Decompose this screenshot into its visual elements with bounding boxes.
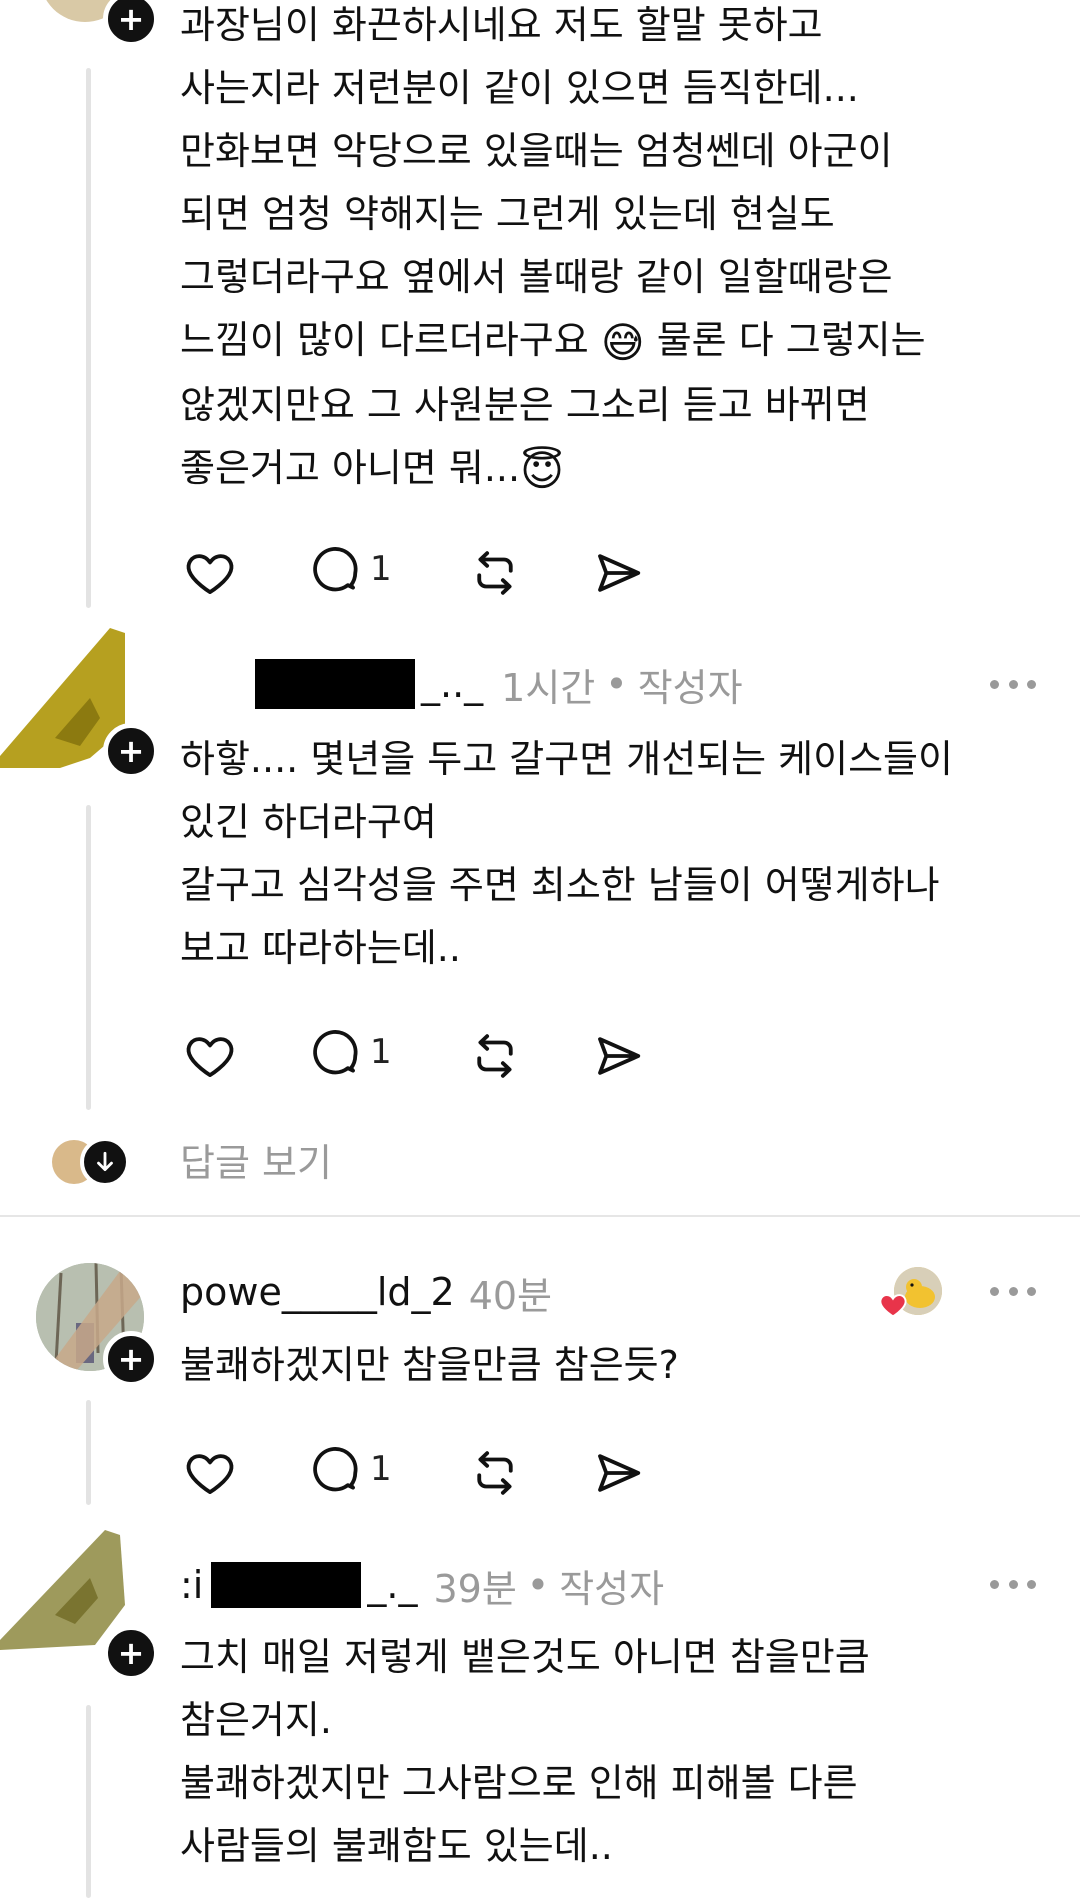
reply-button[interactable] <box>305 1443 365 1503</box>
comment-header: :i _._ 39분 • 작성자 <box>180 1555 664 1615</box>
heart-icon <box>186 554 234 595</box>
liked-heart-icon <box>878 1290 908 1320</box>
username[interactable]: powe_____ld_2 <box>180 1270 455 1314</box>
comment-bubble-icon <box>313 547 358 592</box>
send-icon <box>598 554 641 592</box>
thread-line <box>86 805 91 1110</box>
repost-icon <box>477 1034 513 1078</box>
more-dots-icon <box>990 1579 999 1589</box>
comment-line: 과장님이 화끈하시네요 저도 할말 못하고 <box>180 3 823 47</box>
arrow-down-icon[interactable] <box>80 1137 130 1187</box>
comment-line: 되면 엄청 약해지는 그런게 있는데 현실도 <box>180 192 835 236</box>
comment-line: 않겠지만요 그 사원분은 그소리 듣고 바뀌면 <box>180 383 870 427</box>
comment-line-part: 물론 다 그렇지는 <box>656 318 926 362</box>
comment-line: 갈구고 심각성을 주면 최소한 남들이 어떻게하나 <box>180 863 940 907</box>
username-prefix: :i <box>180 1563 204 1607</box>
comment-line: 하핳.... 몇년을 두고 갈구면 개선되는 케이스들이 <box>180 737 953 781</box>
more-options-button[interactable] <box>990 1577 1036 1591</box>
halo-emoji: 😇 <box>520 446 564 495</box>
comment-line: 참은거지. <box>180 1698 332 1742</box>
action-bar: 1 <box>180 1443 680 1503</box>
follow-plus-icon[interactable]: + <box>103 0 159 47</box>
repost-button[interactable] <box>465 1026 525 1086</box>
heart-icon <box>879 1294 907 1318</box>
comment-text: 과장님이 화끈하시네요 저도 할말 못하고 사는지라 저런분이 같이 있으면 듬… <box>180 0 1040 502</box>
comment-header: _.._ 1시간 • 작성자 <box>180 654 743 714</box>
separator: • <box>605 662 628 706</box>
follow-plus-icon[interactable]: + <box>103 723 159 779</box>
view-replies-link[interactable]: 답글 보기 <box>180 1138 332 1188</box>
arrow-down-glyph <box>97 1151 113 1171</box>
comment-line: 느낌이 많이 다르더라구요 😅 물론 다 그렇지는 <box>180 309 1040 374</box>
more-options-button[interactable] <box>990 1284 1036 1298</box>
thread-line <box>86 68 91 608</box>
comment-line: 사람들의 불쾌함도 있는데.. <box>180 1824 613 1868</box>
share-button[interactable] <box>588 543 648 603</box>
heart-icon <box>186 1454 234 1495</box>
username[interactable]: _._ <box>367 1563 417 1607</box>
more-dots-icon <box>1008 1286 1018 1296</box>
action-bar: 1 <box>180 543 680 603</box>
author-badge: 작성자 <box>559 1566 665 1611</box>
username[interactable]: _.._ <box>421 662 483 706</box>
comment-text: 불쾌하겠지만 참을만큼 참은듯? <box>180 1334 1040 1397</box>
follow-plus-icon[interactable]: + <box>103 1625 159 1681</box>
send-icon <box>598 1454 641 1492</box>
thread-line <box>86 1400 91 1505</box>
repost-icon <box>477 1451 513 1495</box>
comment-line-part: 좋은거고 아니면 뭐... <box>180 446 521 490</box>
comment-text: 그치 매일 저렇게 뱉은것도 아니면 참을만큼 참은거지. 불쾌하겠지만 그사람… <box>180 1626 1040 1878</box>
reply-count: 1 <box>370 1449 392 1489</box>
comment-line: 그치 매일 저렇게 뱉은것도 아니면 참을만큼 <box>180 1635 870 1679</box>
author-badge: 작성자 <box>637 665 743 710</box>
timestamp: 1시간 <box>501 665 596 710</box>
more-options-button[interactable] <box>990 677 1036 691</box>
like-button[interactable] <box>180 1026 240 1086</box>
timestamp: 39분 <box>433 1566 517 1611</box>
comment-line: 좋은거고 아니면 뭐...😇 <box>180 437 1040 502</box>
comment-line: 보고 따라하는데.. <box>180 926 461 970</box>
thread-line <box>86 1705 91 1898</box>
more-dots-icon <box>1027 1286 1036 1296</box>
comment-line: 만화보면 악당으로 있을때는 엄청쎈데 아군이 <box>180 129 893 173</box>
comment-line: 불쾌하겠지만 그사람으로 인해 피해볼 다른 <box>180 1761 858 1805</box>
redacted-username <box>211 1562 362 1608</box>
repost-button[interactable] <box>465 1443 525 1503</box>
repost-icon <box>477 551 513 595</box>
share-button[interactable] <box>588 1026 648 1086</box>
comment-line-part: 느낌이 많이 다르더라구요 <box>180 318 589 362</box>
like-button[interactable] <box>180 543 240 603</box>
comment-line: 그렇더라구요 옆에서 볼때랑 같이 일할때랑은 <box>180 255 893 299</box>
reply-count: 1 <box>370 549 392 589</box>
repost-button[interactable] <box>465 543 525 603</box>
separator: • <box>526 1563 550 1607</box>
reply-button[interactable] <box>305 543 365 603</box>
comment-bubble-icon <box>313 1447 358 1492</box>
comment-line: 불쾌하겠지만 참을만큼 참은듯? <box>180 1343 679 1387</box>
more-dots-icon <box>1008 1579 1018 1589</box>
follow-plus-icon[interactable]: + <box>103 1331 159 1387</box>
comment-line: 있긴 하더라구여 <box>180 800 437 844</box>
divider <box>0 1215 1080 1217</box>
share-button[interactable] <box>588 1443 648 1503</box>
more-dots-icon <box>1008 679 1018 689</box>
comment-text: 하핳.... 몇년을 두고 갈구면 개선되는 케이스들이 있긴 하더라구여 갈구… <box>180 728 1040 980</box>
more-dots-icon <box>1027 679 1036 689</box>
like-button[interactable] <box>180 1443 240 1503</box>
heart-icon <box>186 1037 234 1078</box>
comment-header: powe_____ld_2 40분 <box>180 1262 552 1322</box>
redacted-username <box>255 659 415 709</box>
timestamp: 40분 <box>468 1273 553 1318</box>
more-dots-icon <box>990 679 999 689</box>
reply-count: 1 <box>370 1032 392 1072</box>
comment-line: 사는지라 저런분이 같이 있으면 듬직한데... <box>180 66 859 110</box>
more-dots-icon <box>1027 1579 1036 1589</box>
action-bar: 1 <box>180 1026 680 1086</box>
comment-bubble-icon <box>313 1030 358 1075</box>
sweat-smile-emoji: 😅 <box>600 318 645 367</box>
reply-button[interactable] <box>305 1026 365 1086</box>
more-dots-icon <box>990 1286 999 1296</box>
send-icon <box>598 1037 641 1075</box>
